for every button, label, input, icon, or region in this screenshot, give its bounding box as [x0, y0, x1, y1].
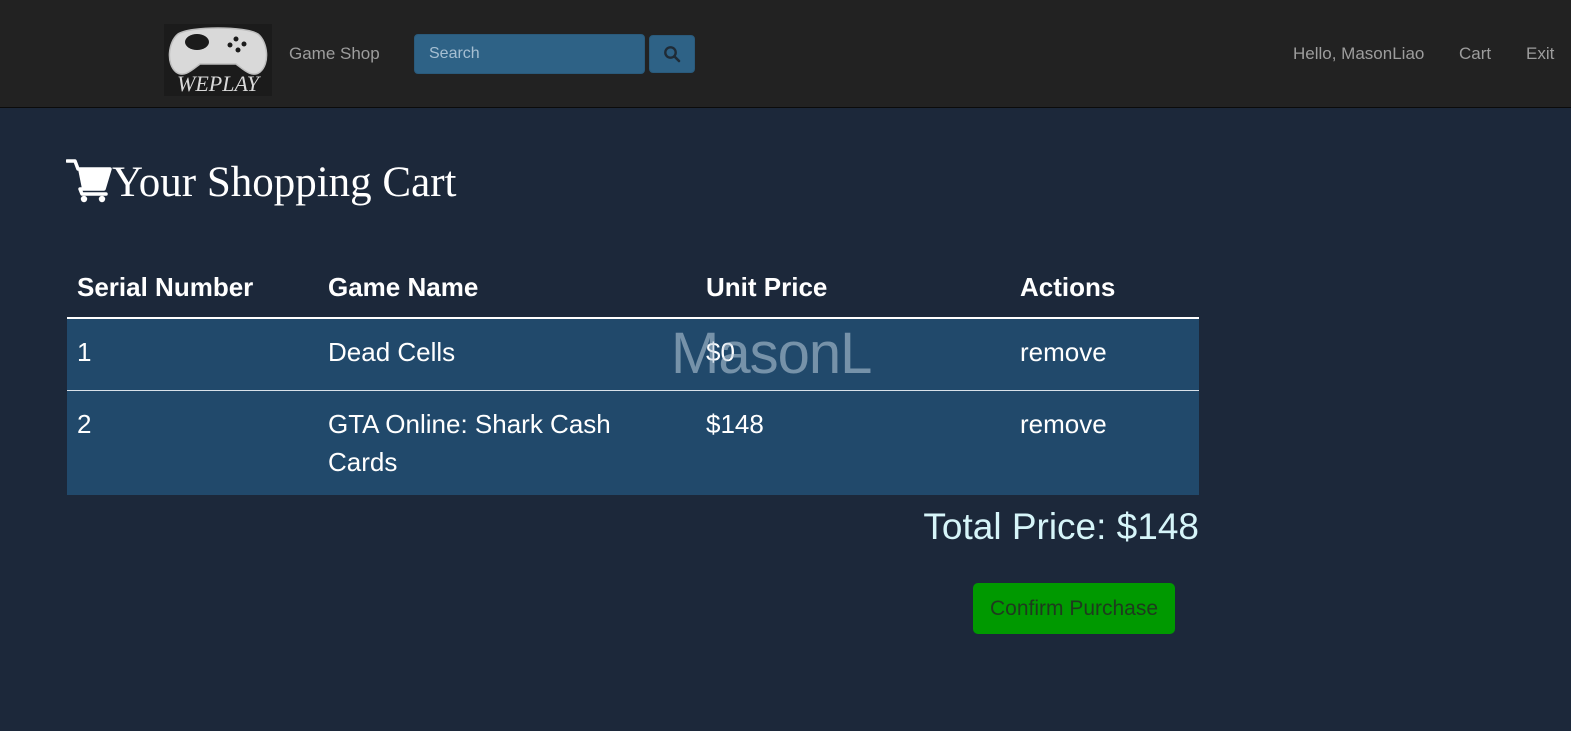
cell-serial: 1 — [67, 318, 318, 391]
gamepad-logo-icon: WEPLAY — [164, 24, 272, 96]
search-input[interactable] — [414, 34, 645, 74]
logo-text: WEPLAY — [177, 71, 262, 96]
cart-link[interactable]: Cart — [1459, 44, 1491, 64]
search-icon — [664, 46, 681, 63]
remove-link[interactable]: remove — [1020, 409, 1107, 439]
cell-serial: 2 — [67, 390, 318, 495]
confirm-purchase-button[interactable]: Confirm Purchase — [973, 583, 1175, 634]
cell-game-name: GTA Online: Shark Cash Cards — [318, 390, 696, 495]
cell-unit-price: $0 — [696, 318, 1010, 391]
cart-table: Serial Number Game Name Unit Price Actio… — [67, 260, 1199, 495]
remove-link[interactable]: remove — [1020, 337, 1107, 367]
header-unit-price: Unit Price — [696, 260, 1010, 319]
weplay-logo[interactable]: WEPLAY — [164, 24, 272, 96]
cell-game-name: Dead Cells — [318, 318, 696, 391]
page-title: Your Shopping Cart — [66, 155, 456, 211]
cell-unit-price: $148 — [696, 390, 1010, 495]
header-game-name: Game Name — [318, 260, 696, 319]
table-header-row: Serial Number Game Name Unit Price Actio… — [67, 260, 1199, 319]
table-row: 2 GTA Online: Shark Cash Cards $148 remo… — [67, 390, 1199, 495]
table-row: 1 Dead Cells $0 remove — [67, 318, 1199, 391]
user-greeting-link[interactable]: Hello, MasonLiao — [1293, 44, 1424, 64]
header-actions: Actions — [1010, 260, 1199, 319]
shopping-cart-icon — [66, 159, 112, 203]
total-price: Total Price: $148 — [923, 506, 1199, 547]
cell-actions: remove — [1010, 318, 1199, 391]
top-navbar: WEPLAY Game Shop Hello, MasonLiao Cart E… — [0, 0, 1571, 108]
exit-link[interactable]: Exit — [1526, 44, 1554, 64]
cell-actions: remove — [1010, 390, 1199, 495]
search-button[interactable] — [649, 35, 695, 73]
page-title-text: Your Shopping Cart — [112, 159, 457, 206]
header-serial-number: Serial Number — [67, 260, 318, 319]
brand-link[interactable]: Game Shop — [289, 44, 380, 64]
